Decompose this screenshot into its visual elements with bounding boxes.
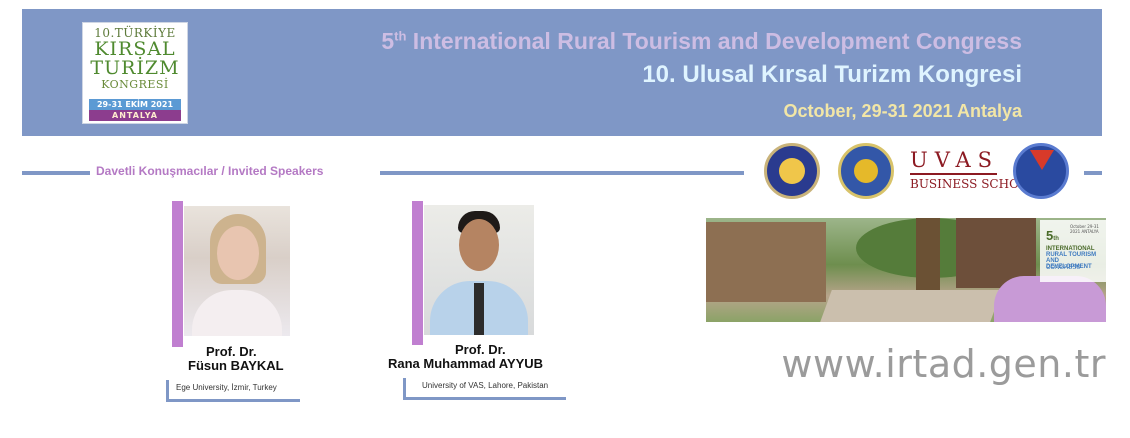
title-text: International Rural Tourism and Developm… <box>406 28 1022 54</box>
poster-line-3: CONGRESS <box>1046 265 1081 271</box>
speaker-2-affil-underline <box>403 397 566 400</box>
uvas-business-school-logo: UVAS BUSINESS SCHOOL <box>910 147 1037 195</box>
uvas-subtitle: BUSINESS SCHOOL <box>910 177 1037 191</box>
congress-subtitle: 10. Ulusal Kırsal Turizm Kongresi <box>642 61 1022 88</box>
title-number: 5 <box>381 28 395 54</box>
uvas-wordmark: UVAS <box>910 147 997 175</box>
promo-poster: October 29-31 2021 ANTALYA 5th INTERNATI… <box>1040 220 1106 282</box>
divider-right <box>1084 171 1102 175</box>
poster-date: October 29-31 2021 ANTALYA <box>1070 224 1099 234</box>
website-link[interactable]: www.irtad.gen.tr <box>781 342 1106 386</box>
divider-middle <box>380 171 744 175</box>
speaker-2-title: Prof. Dr. <box>455 342 506 357</box>
university-seal-2 <box>838 143 894 199</box>
congress-promo-photo: October 29-31 2021 ANTALYA 5th INTERNATI… <box>706 218 1106 322</box>
speaker-1-accent-bar <box>172 201 183 347</box>
logo-city: ANTALYA <box>89 110 181 121</box>
title-superscript: th <box>394 28 407 44</box>
logo-line-3: TURİZM <box>90 57 180 79</box>
speaker-1-affil-underline <box>166 399 300 402</box>
speaker-1-affiliation: Ege University, İzmir, Turkey <box>176 383 277 392</box>
divider-left <box>22 171 90 175</box>
congress-date: October, 29-31 2021 Antalya <box>783 101 1022 121</box>
speaker-2-affiliation: University of VAS, Lahore, Pakistan <box>422 381 549 390</box>
poster-number: 5th <box>1046 228 1059 243</box>
university-seal-1 <box>764 143 820 199</box>
speaker-1-name: Füsun BAYKAL <box>188 358 284 373</box>
logo-dates: 29-31 EKİM 2021 <box>89 99 181 110</box>
congress-title: 5th International Rural Tourism and Deve… <box>381 28 1022 55</box>
speaker-1-photo <box>184 206 290 336</box>
speaker-1-title: Prof. Dr. <box>206 344 257 359</box>
logo-line-4: KONGRESİ <box>101 78 169 91</box>
congress-logo: 10.TÜRKİYE KIRSAL TURİZM KONGRESİ 29-31 … <box>82 22 188 124</box>
speaker-2-accent-bar <box>412 201 423 345</box>
university-seal-4 <box>1013 143 1069 199</box>
speaker-2-photo <box>424 205 534 335</box>
speaker-2-name: Rana Muhammad AYYUB <box>388 356 544 371</box>
section-title: Davetli Konuşmacılar / Invited Speakers <box>96 164 324 178</box>
